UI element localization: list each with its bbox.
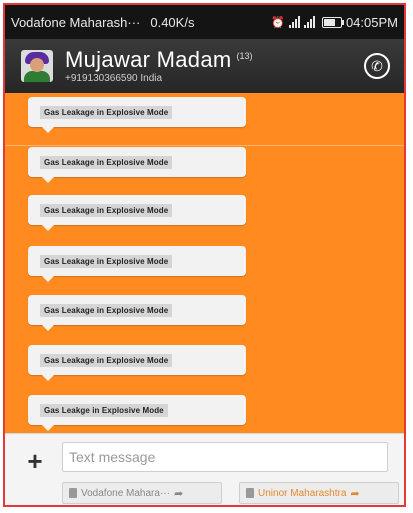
plus-icon: + [27,446,43,476]
message-bubble[interactable]: Gas Leakage in Explosive Mode [28,195,246,231]
avatar[interactable] [21,50,53,82]
message-count: (13) [236,51,253,61]
clock: 04:05PM [345,14,398,30]
battery-icon [321,16,344,28]
message-text: Gas Leakage in Explosive Mode [40,155,173,169]
phone-icon: ✆ [371,57,383,74]
sim2-label: Uninor Maharashtra [258,487,347,499]
contact-info[interactable]: Mujawar Madam (13) +919130366590 India [65,47,253,85]
message-bubble[interactable]: Gas Leakage in Explosive Mode [28,147,246,183]
sim-card-icon [246,488,254,498]
attach-button[interactable]: + [24,448,46,474]
message-input[interactable] [62,442,388,472]
contact-name: Mujawar Madam [65,47,232,72]
message-text: Gas Leakage in Explosive Mode [40,303,173,317]
message-bubble[interactable]: Gas Leakage in Explosive Mode [28,97,246,133]
message-text: Gas Leakage in Explosive Mode [40,203,173,217]
message-list: Gas Leakage in Explosive Mode Gas Leakag… [5,93,404,433]
conversation-header: Mujawar Madam (13) +919130366590 India ✆ [5,39,404,93]
signal-icon-2 [303,16,315,28]
status-bar: Vodafone Maharash··· 0.40K/s ⏰ 04:05PM [5,5,404,39]
send-arrow-icon: ➦ [350,487,360,500]
sim-card-icon [69,488,77,498]
call-button[interactable]: ✆ [364,53,390,79]
message-bubble[interactable]: Gas Leakge in Explosive Mode [28,395,246,431]
phone-screen: Vodafone Maharash··· 0.40K/s ⏰ 04:05PM M… [3,3,406,507]
message-bubble[interactable]: Gas Leakage in Explosive Mode [28,295,246,331]
phone-number: +919130366590 India [65,73,163,84]
compose-bar: + Vodafone Mahara··· ➦ Uninor Maharashtr… [5,433,404,505]
message-bubble[interactable]: Gas Leakage in Explosive Mode [28,345,246,381]
message-text: Gas Leakage in Explosive Mode [40,254,173,268]
send-sim1-button[interactable]: Vodafone Mahara··· ➦ [62,482,222,504]
signal-icon-1 [288,16,300,28]
sim1-label: Vodafone Mahara··· [81,487,170,499]
divider [5,145,404,146]
message-text: Gas Leakge in Explosive Mode [40,403,168,417]
message-bubble[interactable]: Gas Leakage in Explosive Mode [28,246,246,282]
data-speed: 0.40K/s [150,14,195,30]
send-arrow-icon: ➦ [173,487,184,500]
alarm-icon: ⏰ [271,16,285,29]
carrier-label: Vodafone Maharash··· [11,14,141,30]
send-sim2-button[interactable]: Uninor Maharashtra ➦ [239,482,399,504]
message-text: Gas Leakage in Explosive Mode [40,105,173,119]
message-text: Gas Leakage in Explosive Mode [40,353,173,367]
